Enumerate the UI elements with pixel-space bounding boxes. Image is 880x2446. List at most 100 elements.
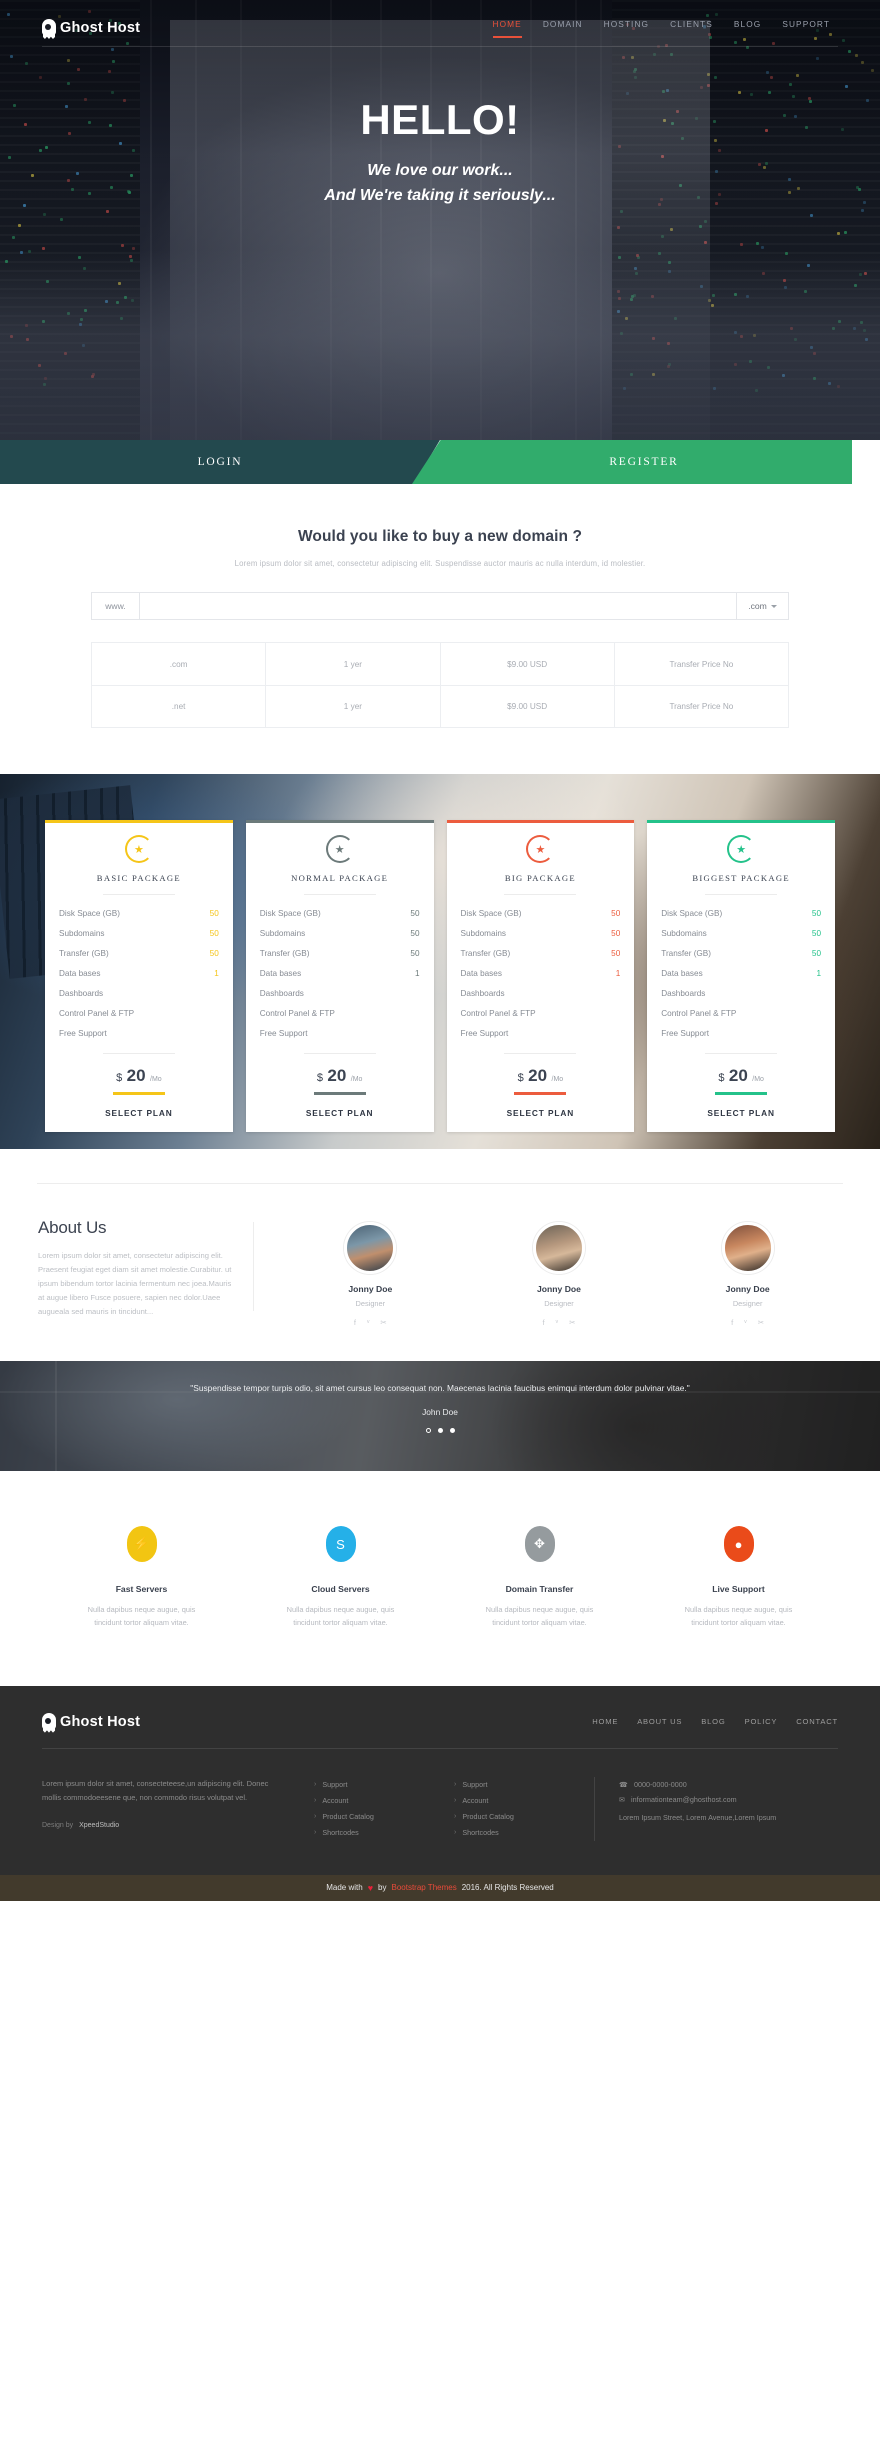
tld-selected-label: .com (748, 601, 767, 611)
package-feature: Free Support (59, 1023, 219, 1043)
package-feature: Dashboards (59, 983, 219, 1003)
nav-item-support[interactable]: SUPPORT (782, 19, 830, 38)
nav-item-clients[interactable]: CLIENTS (670, 19, 713, 38)
package-cards: ★ BASIC PACKAGE Disk Space (GB) 50 Subdomain… (0, 774, 880, 1132)
package-feature-list: Disk Space (GB) 50 Subdomains 50 Transfer (G… (447, 895, 635, 1043)
package-feature: Disk Space (GB) 50 (260, 903, 420, 923)
package-feature-label: Subdomains (461, 929, 507, 938)
copyright-post: 2016. All Rights Reserved (462, 1883, 554, 1892)
package-price: $ 20 /Mo (447, 1066, 635, 1086)
package-currency: $ (317, 1072, 323, 1084)
testimonial-dots (0, 1428, 880, 1433)
link-icon[interactable]: ✂ (758, 1318, 764, 1327)
footer-link[interactable]: › Shortcodes (454, 1825, 594, 1841)
twitter-icon[interactable]: ᵛ (367, 1318, 369, 1327)
member-role: Designer (315, 1299, 425, 1308)
nav-item-domain[interactable]: DOMAIN (543, 19, 583, 38)
member-name: Jonny Doe (504, 1284, 614, 1294)
member-socials: f ᵛ ✂ (504, 1318, 614, 1327)
carousel-dot[interactable] (450, 1428, 455, 1433)
feature-item: ⚡ Fast Servers Nulla dapibus neque augue, … (42, 1526, 241, 1630)
footer-phone: 0000-0000-0000 (634, 1780, 687, 1789)
select-plan-button[interactable]: SELECT PLAN (45, 1108, 233, 1118)
package-feature: Data bases 1 (661, 963, 821, 983)
footer-menu-item-about-us[interactable]: ABOUT US (637, 1717, 682, 1726)
logo[interactable]: Ghost Host (42, 18, 140, 38)
package-feature: Transfer (GB) 50 (461, 943, 621, 963)
package-period: /Mo (150, 1076, 162, 1083)
package-feature-label: Subdomains (59, 929, 105, 938)
login-label: LOGIN (198, 456, 243, 468)
tld-select[interactable]: .com (736, 593, 788, 619)
feature-title: Domain Transfer (440, 1584, 639, 1594)
footer-logo[interactable]: Ghost Host (42, 1712, 140, 1732)
footer-menu-item-contact[interactable]: CONTACT (796, 1717, 838, 1726)
package-amount: 20 (729, 1066, 748, 1085)
twitter-icon[interactable]: ᵛ (744, 1318, 746, 1327)
footer-design-name: XpeedStudio (79, 1822, 119, 1829)
package-feature-value: 50 (611, 909, 620, 918)
package-feature: Dashboards (461, 983, 621, 1003)
select-plan-button[interactable]: SELECT PLAN (246, 1108, 434, 1118)
package-currency: $ (116, 1072, 122, 1084)
package-card: ★ BASIC PACKAGE Disk Space (GB) 50 Subdomain… (45, 820, 233, 1132)
footer-link[interactable]: › Product Catalog (314, 1809, 454, 1825)
price-cell-period: 1 yer (265, 643, 439, 685)
package-feature: Control Panel & FTP (461, 1003, 621, 1023)
select-plan-button[interactable]: SELECT PLAN (447, 1108, 635, 1118)
nav-item-blog[interactable]: BLOG (734, 19, 761, 38)
cloud-s-icon: S (326, 1526, 356, 1562)
register-button[interactable]: REGISTER (412, 440, 852, 484)
footer-link[interactable]: › Support (314, 1777, 454, 1793)
package-amount: 20 (127, 1066, 146, 1085)
footer-link[interactable]: › Shortcodes (314, 1825, 454, 1841)
footer-address: Lorem Ipsum Street, Lorem Avenue,Lorem I… (619, 1811, 838, 1825)
package-name: NORMAL PACKAGE (246, 873, 434, 883)
carousel-dot[interactable] (426, 1428, 431, 1433)
about-vertical-rule (253, 1222, 254, 1311)
member-socials: f ᵛ ✂ (315, 1318, 425, 1327)
package-feature-label: Data bases (260, 969, 301, 978)
member-role: Designer (693, 1299, 803, 1308)
ghost-icon (42, 1712, 58, 1732)
footer-link[interactable]: › Account (314, 1793, 454, 1809)
nav-menu: HOME DOMAIN HOSTING CLIENTS BLOG SUPPORT (493, 19, 838, 38)
footer-menu-item-policy[interactable]: POLICY (745, 1717, 778, 1726)
team-list: Jonny Doe Designer f ᵛ ✂ Jonny Doe Designer f ᵛ ✂… (276, 1218, 842, 1327)
footer-email-row[interactable]: ✉ informationteam@ghosthost.com (619, 1792, 838, 1807)
package-feature-label: Data bases (661, 969, 702, 978)
twitter-icon[interactable]: ᵛ (556, 1318, 558, 1327)
carousel-dot[interactable] (438, 1428, 443, 1433)
footer-link[interactable]: › Account (454, 1793, 594, 1809)
package-feature-value: 1 (616, 969, 621, 978)
package-feature: Transfer (GB) 50 (661, 943, 821, 963)
copyright-brand[interactable]: Bootstrap Themes (391, 1883, 456, 1892)
footer-menu-item-home[interactable]: HOME (592, 1717, 618, 1726)
bolt-icon: ⚡ (127, 1526, 157, 1562)
package-feature-list: Disk Space (GB) 50 Subdomains 50 Transfer (G… (647, 895, 835, 1043)
chat-icon: ● (724, 1526, 754, 1562)
footer-menu-item-blog[interactable]: BLOG (701, 1717, 725, 1726)
facebook-icon[interactable]: f (731, 1318, 733, 1327)
package-feature-value: 1 (415, 969, 420, 978)
domain-search-input[interactable] (140, 593, 736, 619)
select-plan-button[interactable]: SELECT PLAN (647, 1108, 835, 1118)
package-feature-label: Data bases (59, 969, 100, 978)
login-button[interactable]: LOGIN (0, 440, 440, 484)
package-period: /Mo (351, 1076, 363, 1083)
facebook-icon[interactable]: f (354, 1318, 356, 1327)
link-icon[interactable]: ✂ (569, 1318, 575, 1327)
package-feature-label: Data bases (461, 969, 502, 978)
package-feature-label: Disk Space (GB) (59, 909, 120, 918)
facebook-icon[interactable]: f (543, 1318, 545, 1327)
footer-link[interactable]: › Support (454, 1777, 594, 1793)
nav-item-home[interactable]: HOME (493, 19, 522, 38)
footer-phone-row[interactable]: ☎ 0000-0000-0000 (619, 1777, 838, 1792)
footer-link[interactable]: › Product Catalog (454, 1809, 594, 1825)
team-member: Jonny Doe Designer f ᵛ ✂ (315, 1222, 425, 1327)
package-feature-label: Control Panel & FTP (661, 1009, 736, 1018)
nav-item-hosting[interactable]: HOSTING (604, 19, 650, 38)
footer-contact: ☎ 0000-0000-0000 ✉ informationteam@ghost… (594, 1777, 838, 1841)
link-icon[interactable]: ✂ (380, 1318, 386, 1327)
package-feature: Transfer (GB) 50 (260, 943, 420, 963)
